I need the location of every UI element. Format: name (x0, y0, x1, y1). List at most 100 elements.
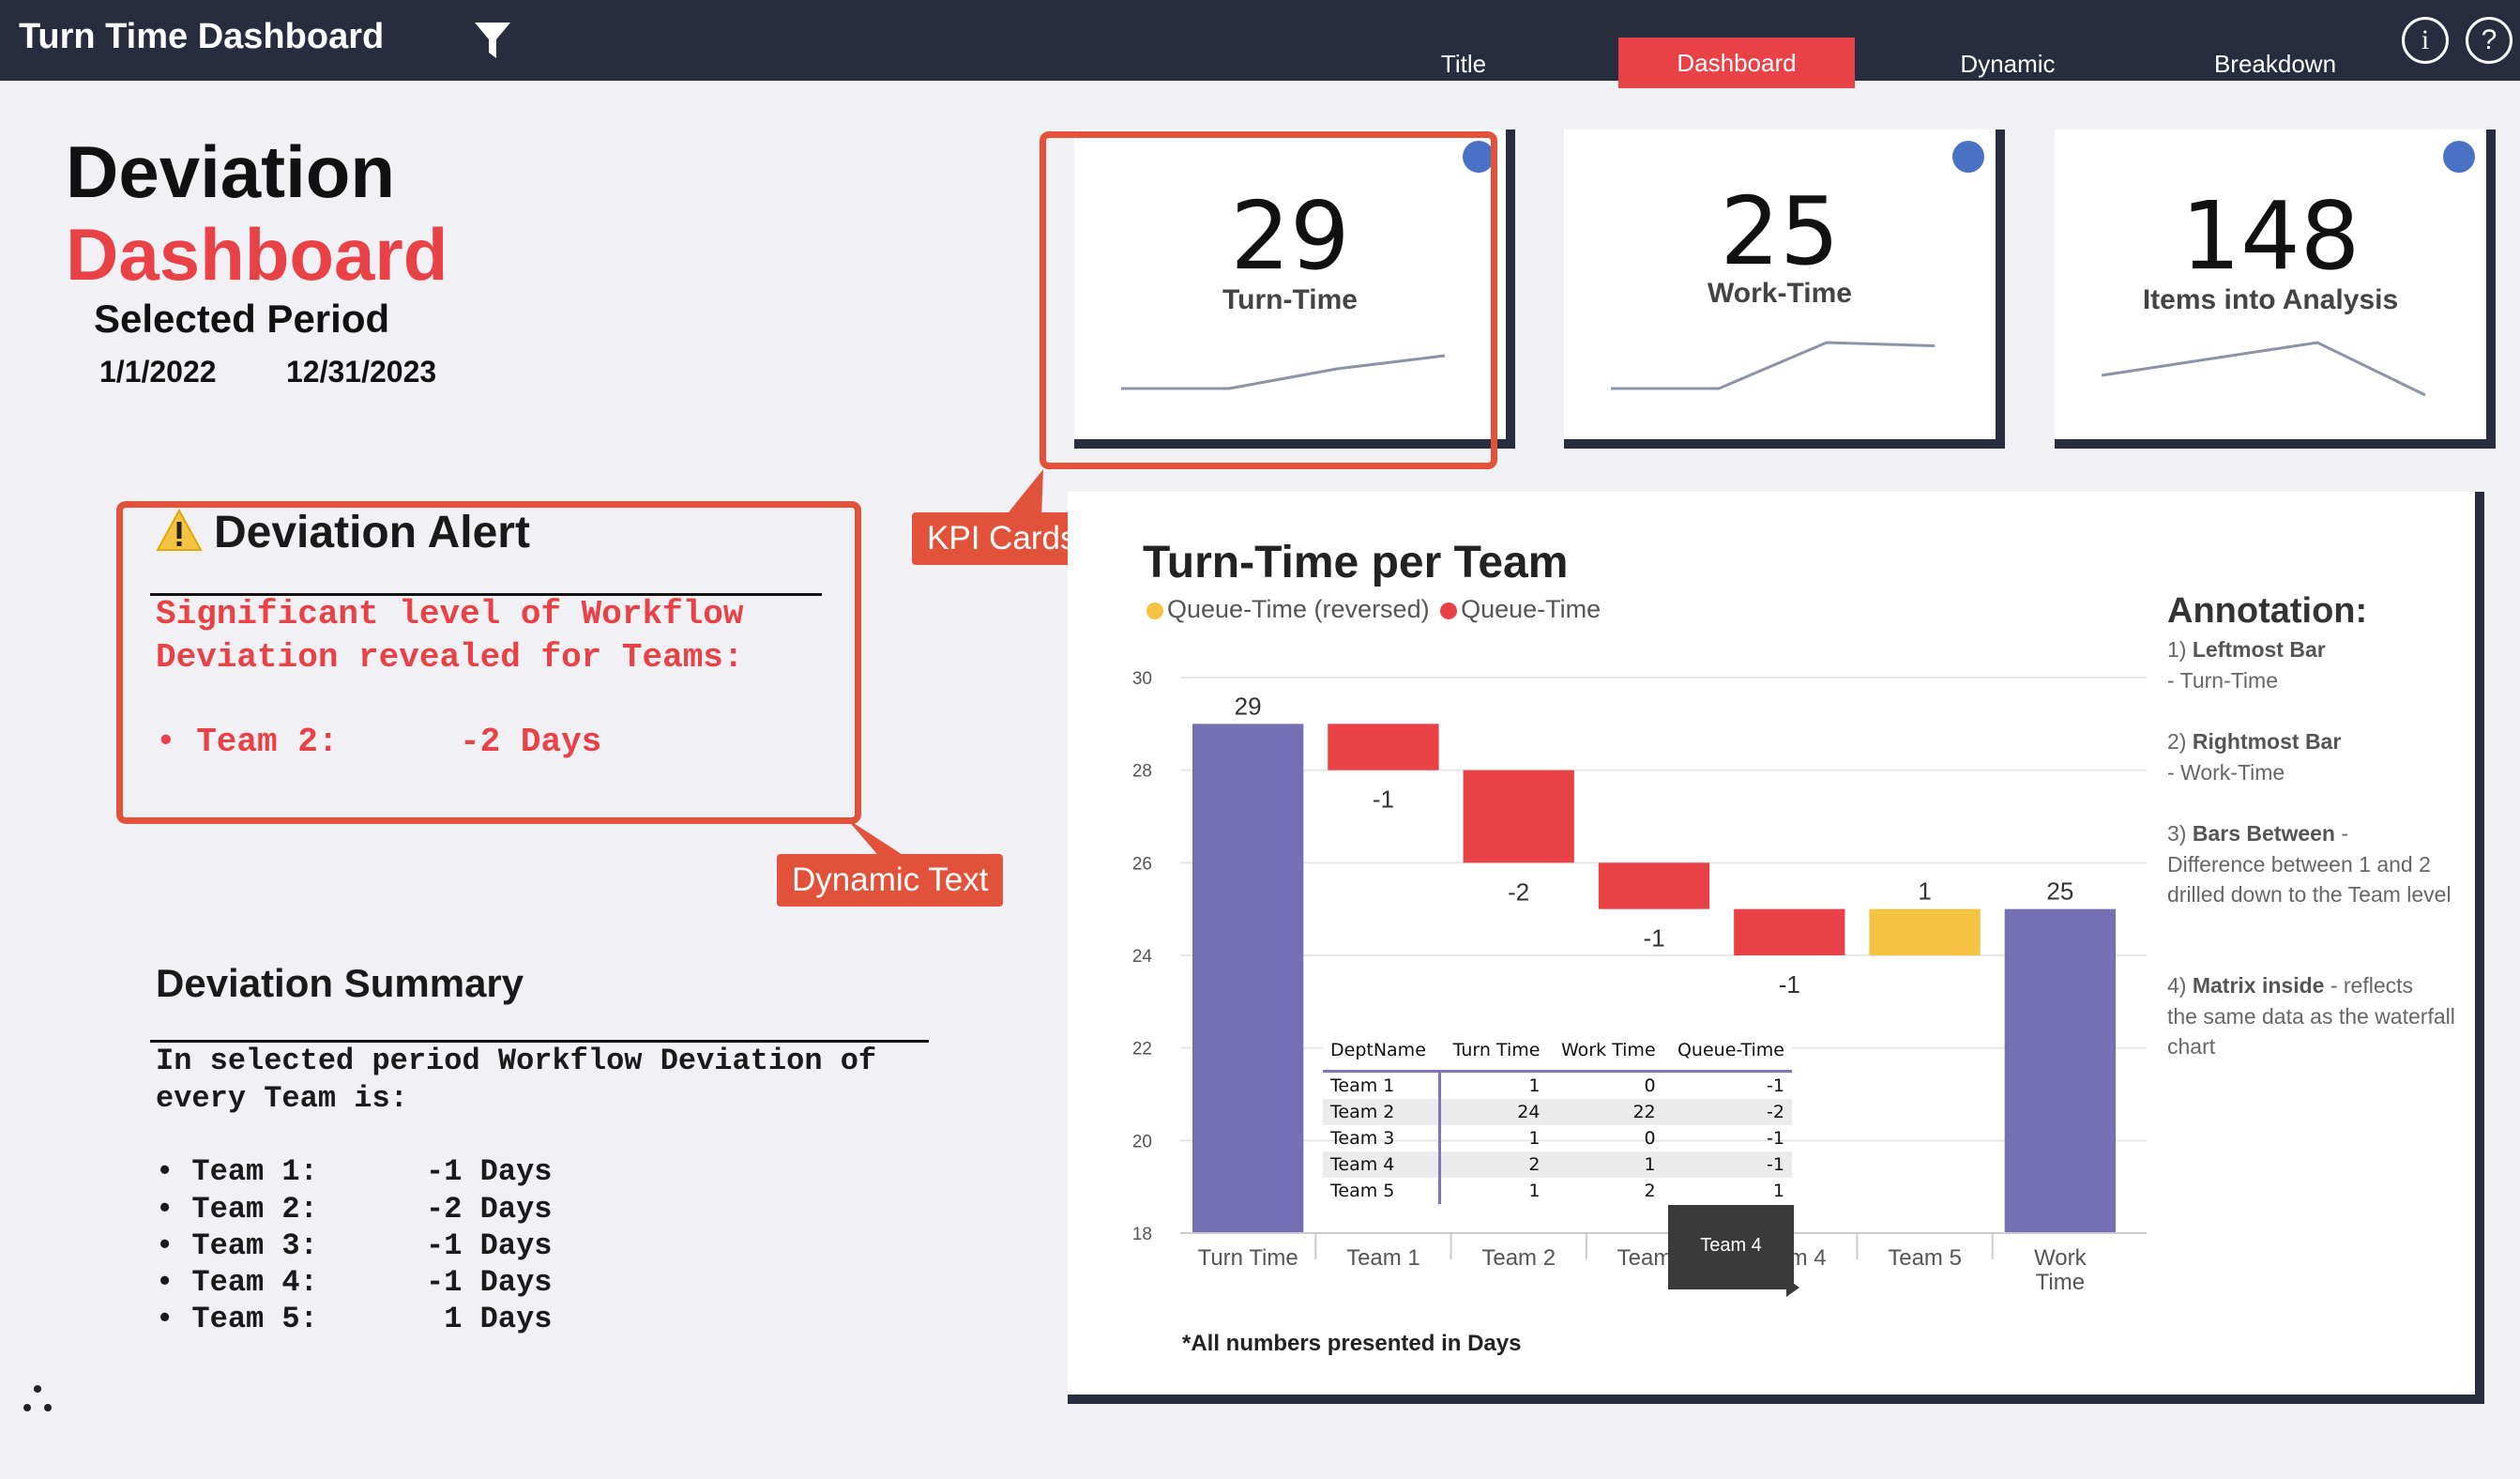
table-row[interactable]: Team 2 24 22 -2 (1323, 1099, 1792, 1125)
summary-divider (150, 1040, 929, 1043)
data-label: 1 (1918, 877, 1931, 906)
chart-title: Turn-Time per Team (1143, 538, 1569, 587)
waterfall-bar[interactable] (1192, 724, 1304, 1233)
summary-item: • Team 5: 1 Days (156, 1302, 553, 1336)
x-tick-label: Turn Time (1198, 1245, 1298, 1271)
matrix-header[interactable]: Turn Time (1439, 1030, 1548, 1073)
kpi-highlight-frame (1040, 131, 1497, 469)
annotation-item: 3) Bars Between - Difference between 1 an… (2167, 821, 2452, 907)
annotation-title: Annotation: (2167, 591, 2368, 631)
matrix-header[interactable]: DeptName (1323, 1030, 1440, 1073)
data-label: -2 (1508, 877, 1529, 906)
warning-icon (156, 509, 203, 551)
y-tick-label: 18 (1132, 1225, 1152, 1244)
summary-item: • Team 3: -1 Days (156, 1228, 553, 1263)
summary-text: every Team is: (156, 1081, 408, 1116)
matrix-header[interactable]: Work Time (1547, 1030, 1663, 1073)
matrix-cell: 1 (1528, 1075, 1541, 1096)
data-label: 29 (1235, 692, 1262, 720)
matrix-cell: 1 (1528, 1181, 1541, 1201)
matrix-cell: Team 1 (1323, 1071, 1441, 1099)
help-icon[interactable]: ? (2466, 17, 2512, 64)
matrix-cell: Team 4 (1323, 1151, 1441, 1178)
legend-item[interactable]: Queue-Time (reversed) (1167, 595, 1430, 623)
summary-item: • Team 4: -1 Days (156, 1265, 553, 1300)
annotation-item: 1) Leftmost Bar - Turn-Time (2167, 637, 2326, 693)
legend-swatch-positive (1146, 602, 1163, 619)
summary-title: Deviation Summary (156, 961, 524, 1005)
page-title-line2: Dashboard (66, 213, 448, 296)
x-tick-label: Team 1 (1346, 1245, 1420, 1271)
period-start-date[interactable]: 1/1/2022 (99, 355, 217, 389)
chart-legend: Queue-Time (reversed) Queue-Time (1146, 595, 1601, 624)
alert-text: Deviation revealed for Teams: (156, 638, 744, 677)
tab-dashboard[interactable]: Dashboard (1618, 38, 1855, 88)
waterfall-bar[interactable] (1869, 908, 1981, 955)
waterfall-bar[interactable] (1598, 862, 1710, 909)
matrix-cell: 1 (1547, 1151, 1663, 1178)
legend-swatch-negative (1440, 602, 1458, 619)
matrix-cell: Team 2 (1323, 1099, 1441, 1125)
data-label: -1 (1643, 924, 1664, 953)
matrix-cell: 1 (1528, 1128, 1541, 1149)
matrix-cell: Team 5 (1323, 1178, 1441, 1204)
table-row[interactable]: Team 1 1 0 -1 (1323, 1071, 1792, 1099)
matrix-cell: -2 (1662, 1099, 1792, 1125)
matrix-cell: 2 (1644, 1181, 1656, 1201)
data-matrix[interactable]: DeptName Turn Time Work Time Queue-Time … (1323, 1030, 1792, 1204)
matrix-cell: 1 (1772, 1181, 1784, 1201)
tab-dynamic[interactable]: Dynamic (1933, 47, 2083, 83)
tab-title[interactable]: Title (1389, 47, 1539, 83)
y-tick-label: 20 (1132, 1132, 1152, 1151)
period-label: Selected Period (94, 297, 390, 341)
x-tick-label: Time (2036, 1270, 2085, 1295)
table-row[interactable]: Team 4 2 1 -1 (1323, 1151, 1792, 1178)
table-row[interactable]: Team 5 1 2 1 (1323, 1178, 1792, 1204)
y-tick-label: 30 (1132, 669, 1152, 689)
matrix-header[interactable]: Queue-Time (1662, 1030, 1792, 1073)
x-tick-label: Team 5 (1888, 1245, 1962, 1271)
summary-item: • Team 2: -2 Days (156, 1192, 553, 1227)
app-title: Turn Time Dashboard (19, 17, 385, 56)
kpi-sparkline (1611, 341, 1936, 390)
tab-breakdown[interactable]: Breakdown (2195, 47, 2355, 83)
summary-item: • Team 1: -1 Days (156, 1154, 553, 1189)
chart-tooltip: Team 4 (1668, 1205, 1794, 1289)
y-tick-label: 22 (1132, 1040, 1152, 1060)
summary-text: In selected period Workflow Deviation of (156, 1044, 877, 1078)
waterfall-bar[interactable] (1734, 908, 1845, 955)
page-title-line1: Deviation (66, 130, 396, 213)
table-row[interactable]: Team 3 1 0 -1 (1323, 1125, 1792, 1151)
data-label: -1 (1373, 785, 1394, 814)
y-tick-label: 28 (1132, 762, 1152, 782)
alert-team-item: • Team 2: -2 Days (156, 723, 602, 761)
waterfall-bar[interactable] (1328, 724, 1439, 770)
matrix-header-row: DeptName Turn Time Work Time Queue-Time (1323, 1030, 1792, 1073)
info-icon[interactable]: i (2402, 17, 2449, 64)
chart-footnote: *All numbers presented in Days (1182, 1331, 1522, 1356)
data-label: -1 (1779, 970, 1800, 999)
matrix-cell: 24 (1439, 1099, 1548, 1125)
legend-item[interactable]: Queue-Time (1461, 595, 1601, 623)
y-tick-label: 26 (1132, 854, 1152, 874)
annotation-item: 4) Matrix inside - reflects the same data… (2167, 973, 2455, 1059)
waterfall-bar[interactable] (1463, 770, 1574, 863)
filter-icon[interactable] (469, 17, 516, 64)
period-end-date[interactable]: 12/31/2023 (286, 355, 436, 389)
waterfall-bar[interactable] (2004, 908, 2117, 1233)
kpi-card-items[interactable]: 148 Items into Analysis (2055, 130, 2496, 449)
matrix-cell: Team 3 (1323, 1125, 1441, 1151)
x-tick-label: Work (2034, 1245, 2087, 1271)
kpi-sparkline (2101, 341, 2426, 397)
matrix-cell: 2 (1439, 1151, 1548, 1178)
matrix-cell: -1 (1767, 1128, 1784, 1149)
alert-text: Significant level of Workflow (156, 595, 744, 633)
annotation-item: 2) Rightmost Bar - Work-Time (2167, 729, 2342, 785)
sparkline-line (2101, 341, 2426, 397)
dots-icon[interactable] (19, 1381, 56, 1419)
kpi-cards-callout: KPI Cards (912, 512, 1092, 565)
kpi-card-work-time[interactable]: 25 Work-Time (1564, 130, 2005, 449)
matrix-cell: 0 (1644, 1128, 1656, 1149)
matrix-cell: -1 (1662, 1151, 1792, 1178)
data-label: 25 (2046, 877, 2073, 906)
